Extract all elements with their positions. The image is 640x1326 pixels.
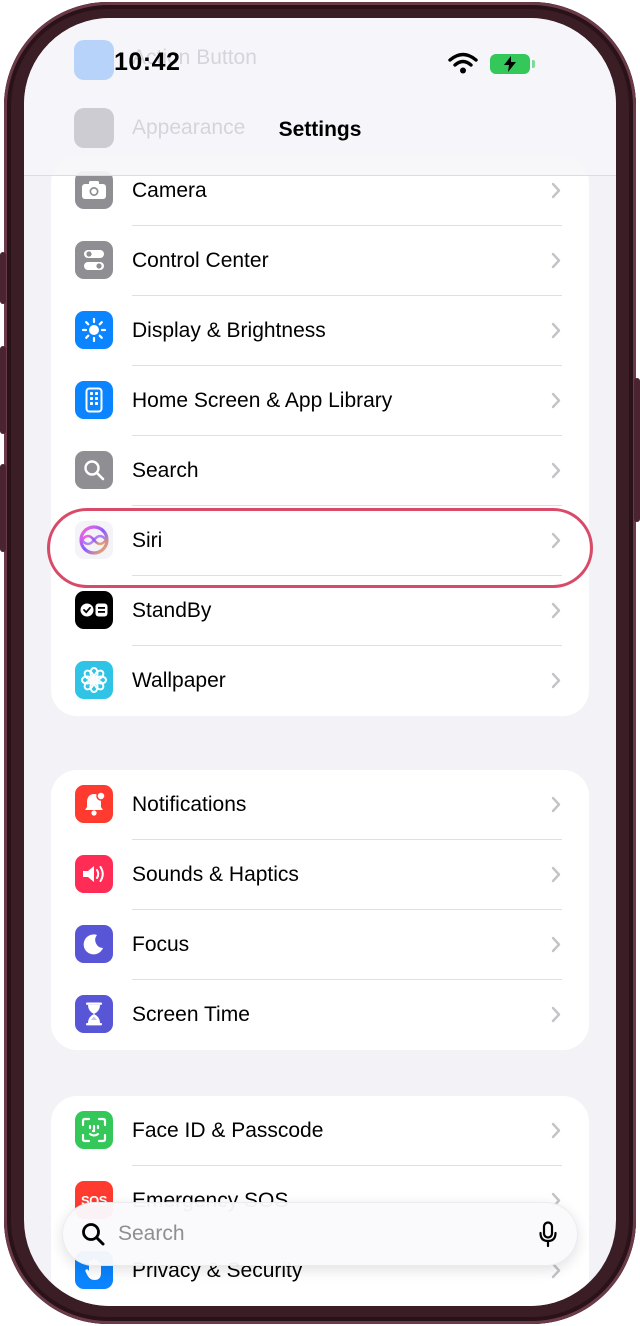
chevron-right-icon [551, 182, 561, 199]
siri-icon [75, 521, 113, 559]
magnifier-icon [75, 451, 113, 489]
settings-row-label: StandBy [132, 599, 212, 622]
speaker-icon [75, 855, 113, 893]
chevron-right-icon [551, 672, 561, 689]
side-button [634, 378, 640, 522]
action-button [0, 252, 6, 304]
settings-row-standby[interactable]: StandBy [51, 576, 589, 646]
settings-row-home-screen[interactable]: Home Screen & App Library [51, 366, 589, 436]
settings-row-control-center[interactable]: Control Center [51, 226, 589, 296]
volume-down-button [0, 464, 6, 552]
charging-bolt-icon [504, 56, 516, 72]
settings-row-label: Wallpaper [132, 669, 226, 692]
chevron-right-icon [551, 602, 561, 619]
chevron-right-icon [551, 1006, 561, 1023]
chevron-right-icon [551, 462, 561, 479]
hourglass-icon [75, 995, 113, 1033]
chevron-right-icon [551, 252, 561, 269]
settings-row-label: Display & Brightness [132, 319, 326, 342]
toggles-icon [75, 241, 113, 279]
settings-row-sounds-haptics[interactable]: Sounds & Haptics [51, 840, 589, 910]
faceid-icon [75, 1111, 113, 1149]
microphone-icon[interactable] [538, 1221, 558, 1248]
settings-row-focus[interactable]: Focus [51, 910, 589, 980]
screen: Action Button Appearance 10:42 Settings … [24, 18, 616, 1306]
chevron-right-icon [551, 796, 561, 813]
search-bar[interactable]: Search [62, 1202, 578, 1266]
navigation-header: Action Button Appearance 10:42 Settings [24, 18, 616, 176]
settings-row-label: Sounds & Haptics [132, 863, 299, 886]
settings-row-screen-time[interactable]: Screen Time [51, 980, 589, 1050]
settings-row-notifications[interactable]: Notifications [51, 770, 589, 840]
settings-row-label: Screen Time [132, 1003, 250, 1026]
settings-row-label: Search [132, 459, 199, 482]
bell-icon [75, 785, 113, 823]
chevron-right-icon [551, 936, 561, 953]
settings-row-label: Face ID & Passcode [132, 1119, 324, 1142]
sun-icon [75, 311, 113, 349]
search-input[interactable]: Search [118, 1202, 185, 1266]
volume-up-button [0, 346, 6, 434]
status-time: 10:42 [114, 48, 181, 76]
settings-row-label: Control Center [132, 249, 269, 272]
ghost-action-icon [74, 40, 114, 80]
chevron-right-icon [551, 322, 561, 339]
chevron-right-icon [551, 866, 561, 883]
settings-row-siri[interactable]: Siri [51, 506, 589, 576]
settings-row-label: Focus [132, 933, 190, 956]
search-icon [82, 1223, 105, 1246]
flower-icon [75, 661, 113, 699]
page-title: Settings [278, 118, 362, 141]
wifi-icon [448, 52, 478, 74]
standby-icon [75, 591, 113, 629]
chevron-right-icon [551, 392, 561, 409]
chevron-right-icon [551, 532, 561, 549]
moon-icon [75, 925, 113, 963]
settings-row-wallpaper[interactable]: Wallpaper [51, 646, 589, 716]
settings-row-label: Siri [132, 529, 163, 552]
settings-group-security: Face ID & Passcode SOS Emergency SOS Pri… [51, 1096, 589, 1306]
settings-row-face-id[interactable]: Face ID & Passcode [51, 1096, 589, 1166]
chevron-right-icon [551, 1122, 561, 1139]
settings-row-label: Home Screen & App Library [132, 389, 393, 412]
settings-row-search[interactable]: Search [51, 436, 589, 506]
settings-row-display-brightness[interactable]: Display & Brightness [51, 296, 589, 366]
settings-row-label: Notifications [132, 793, 247, 816]
settings-group-general: Camera Control Center Display & Brightne… [51, 156, 589, 716]
settings-group-notifications: Notifications Sounds & Haptics Focus Scr… [51, 770, 589, 1050]
camera-icon [75, 171, 113, 209]
battery-icon [490, 54, 535, 74]
phone-grid-icon [75, 381, 113, 419]
